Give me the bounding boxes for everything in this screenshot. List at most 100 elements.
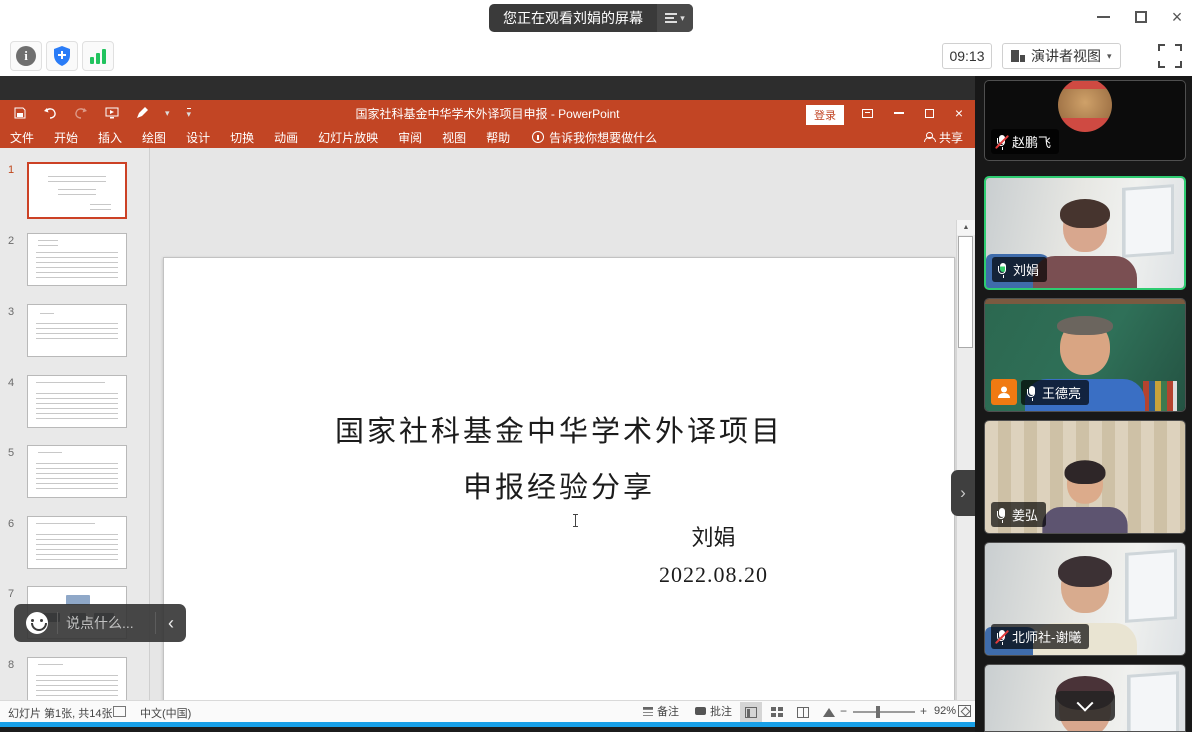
tab-design[interactable]: 设计 bbox=[176, 126, 220, 148]
zoom-out-button[interactable]: − bbox=[840, 704, 847, 718]
undo-icon[interactable] bbox=[43, 107, 57, 119]
slide-title-line1[interactable]: 国家社科基金中华学术外译项目 bbox=[164, 408, 954, 450]
lightbulb-icon bbox=[532, 131, 544, 143]
tab-review[interactable]: 审阅 bbox=[388, 126, 432, 148]
zoom-slider-track[interactable] bbox=[853, 711, 915, 713]
fullscreen-icon bbox=[1158, 44, 1165, 51]
customize-qat-icon[interactable]: ▾ bbox=[187, 108, 192, 119]
minimize-icon bbox=[894, 112, 904, 114]
sidebar-collapse-handle[interactable]: › bbox=[951, 470, 975, 516]
redo-icon[interactable] bbox=[74, 107, 88, 119]
tab-draw[interactable]: 绘图 bbox=[132, 126, 176, 148]
notes-icon bbox=[643, 707, 653, 716]
notes-toggle-label: 备注 bbox=[657, 703, 679, 719]
slideshow-view-icon bbox=[823, 708, 835, 717]
comments-toggle-label: 批注 bbox=[710, 703, 732, 719]
tab-view[interactable]: 视图 bbox=[432, 126, 476, 148]
meeting-timer: 09:13 bbox=[942, 43, 992, 69]
window-minimize-button[interactable] bbox=[1088, 4, 1118, 30]
menu-lines-icon bbox=[665, 11, 677, 25]
thumb-number: 6 bbox=[8, 518, 22, 530]
ppt-close-button[interactable]: × bbox=[944, 100, 974, 126]
slide-canvas[interactable]: 国家社科基金中华学术外译项目 申报经验分享 刘娟 2022.08.20 bbox=[163, 257, 955, 705]
info-icon: i bbox=[16, 46, 36, 66]
profile-badge bbox=[991, 379, 1017, 405]
shield-plus-icon bbox=[53, 46, 71, 66]
slideshow-view-button[interactable] bbox=[818, 702, 840, 722]
ppt-signin-button[interactable]: 登录 bbox=[806, 105, 844, 125]
ppt-maximize-button[interactable] bbox=[914, 100, 944, 126]
participant-tile[interactable] bbox=[984, 664, 1186, 732]
participant-tile[interactable]: 王德亮 bbox=[984, 298, 1186, 412]
reading-view-button[interactable] bbox=[792, 702, 814, 722]
participant-tile-active-speaker[interactable]: 刘娟 bbox=[984, 176, 1186, 290]
minimize-icon bbox=[1097, 16, 1110, 18]
layout-icon bbox=[1011, 50, 1025, 62]
zoom-level[interactable]: 92% bbox=[934, 705, 956, 717]
ppt-minimize-button[interactable] bbox=[884, 100, 914, 126]
tab-home[interactable]: 开始 bbox=[44, 126, 88, 148]
timer-value: 09:13 bbox=[949, 48, 984, 64]
tab-animations[interactable]: 动画 bbox=[264, 126, 308, 148]
thumb-number: 8 bbox=[8, 659, 22, 671]
slide-thumbnail-5[interactable] bbox=[27, 445, 127, 498]
meeting-titlebar: 您正在观看刘娟的屏幕 ▾ × bbox=[0, 0, 1192, 36]
slide-thumbnail-6[interactable] bbox=[27, 516, 127, 569]
language-indicator[interactable]: 中文(中国) bbox=[140, 705, 191, 721]
ink-pen-icon[interactable] bbox=[136, 107, 148, 119]
save-icon[interactable] bbox=[14, 107, 26, 119]
start-slideshow-icon[interactable] bbox=[105, 107, 119, 119]
chat-input[interactable]: 说点什么... bbox=[58, 613, 155, 633]
zoom-slider-thumb[interactable] bbox=[876, 706, 880, 718]
tab-file[interactable]: 文件 bbox=[0, 126, 44, 148]
zoom-in-button[interactable]: + bbox=[920, 704, 927, 718]
caret-down-icon[interactable]: ▾ bbox=[165, 109, 170, 118]
accessibility-icon[interactable] bbox=[113, 706, 126, 717]
view-mode-dropdown[interactable]: 演讲者视图 ▾ bbox=[1002, 43, 1121, 69]
ribbon-display-options-button[interactable] bbox=[852, 100, 882, 126]
emoji-button[interactable] bbox=[26, 612, 48, 634]
slide-sorter-view-button[interactable] bbox=[766, 702, 788, 722]
quick-access-toolbar: ▾ ▾ bbox=[14, 100, 191, 126]
slide-thumbnail-4[interactable] bbox=[27, 375, 127, 428]
meeting-info-button[interactable]: i bbox=[10, 41, 42, 71]
scroll-more-participants-button[interactable] bbox=[1055, 691, 1115, 721]
participants-sidebar: 赵鹏飞 刘娟 王德亮 bbox=[975, 76, 1192, 732]
tab-help[interactable]: 帮助 bbox=[476, 126, 520, 148]
mic-on-icon bbox=[1026, 385, 1038, 401]
notes-toggle-button[interactable]: 备注 bbox=[643, 703, 679, 719]
participant-name-chip: 王德亮 bbox=[1021, 380, 1089, 405]
normal-view-button[interactable] bbox=[740, 702, 762, 722]
network-signal-button[interactable] bbox=[82, 41, 114, 71]
scrollbar-thumb[interactable] bbox=[958, 236, 973, 348]
tab-slideshow[interactable]: 幻灯片放映 bbox=[308, 126, 388, 148]
scroll-up-icon[interactable]: ▲ bbox=[957, 220, 975, 235]
participant-tile[interactable]: 赵鹏飞 bbox=[984, 80, 1186, 161]
ppt-share-button[interactable]: 共享 bbox=[924, 126, 963, 148]
slide-thumbnail-3[interactable] bbox=[27, 304, 127, 357]
participant-tile[interactable]: 姜弘 bbox=[984, 420, 1186, 534]
participant-tile[interactable]: 北师社-谢曦 bbox=[984, 542, 1186, 656]
window-maximize-button[interactable] bbox=[1126, 4, 1156, 30]
tell-me-label: 告诉我你想要做什么 bbox=[549, 129, 657, 146]
participant-name: 王德亮 bbox=[1042, 383, 1081, 402]
slide-byline[interactable]: 刘娟 2022.08.20 bbox=[659, 520, 768, 588]
fullscreen-button[interactable] bbox=[1158, 44, 1182, 68]
slide-thumbnail-2[interactable] bbox=[27, 233, 127, 286]
fit-to-window-button[interactable] bbox=[958, 705, 971, 717]
comments-toggle-button[interactable]: 批注 bbox=[695, 703, 732, 719]
banner-menu-button[interactable]: ▾ bbox=[657, 4, 693, 32]
window-close-button[interactable]: × bbox=[1162, 4, 1192, 30]
tab-transitions[interactable]: 切换 bbox=[220, 126, 264, 148]
tell-me-box[interactable]: 告诉我你想要做什么 bbox=[520, 129, 657, 146]
slide-title-line2[interactable]: 申报经验分享 bbox=[164, 464, 954, 506]
ppt-titlebar: 国家社科基金中华学术外译项目申报 - PowerPoint ▾ ▾ 登录 × bbox=[0, 100, 975, 126]
caret-down-icon: ▾ bbox=[1107, 52, 1112, 61]
tab-insert[interactable]: 插入 bbox=[88, 126, 132, 148]
chat-collapse-button[interactable]: ‹ bbox=[156, 613, 186, 634]
slide-thumbnail-1[interactable] bbox=[27, 162, 127, 219]
security-button[interactable] bbox=[46, 41, 78, 71]
normal-view-icon bbox=[745, 707, 757, 718]
ppt-statusbar: 幻灯片 第1张, 共14张 中文(中国) 备注 批注 − + 92% bbox=[0, 700, 975, 722]
thumb-number: 5 bbox=[8, 447, 22, 459]
